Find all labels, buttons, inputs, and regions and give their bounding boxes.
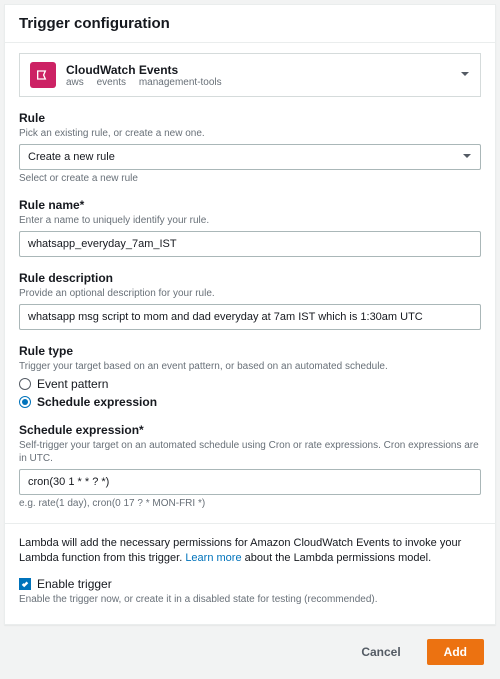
- rule-name-field: Rule name* Enter a name to uniquely iden…: [19, 198, 481, 257]
- schedule-value: cron(30 1 * * ? *): [28, 476, 109, 488]
- service-name: CloudWatch Events: [66, 63, 232, 77]
- rule-select-value: Create a new rule: [28, 151, 115, 163]
- trigger-config-panel: Trigger configuration CloudWatch Events …: [4, 4, 496, 625]
- footer: Cancel Add: [0, 629, 500, 679]
- crumb-events: events: [97, 77, 126, 88]
- page-title: Trigger configuration: [19, 15, 481, 32]
- rule-desc-label: Rule description: [19, 271, 481, 285]
- radio-icon: [19, 396, 31, 408]
- rule-desc-help: Provide an optional description for your…: [19, 287, 481, 300]
- crumb-mgmt: management-tools: [139, 77, 222, 88]
- rule-name-input[interactable]: whatsapp_everyday_7am_IST: [19, 231, 481, 257]
- rule-name-label: Rule name*: [19, 198, 481, 212]
- radio-label-schedule: Schedule expression: [37, 395, 157, 409]
- rule-field: Rule Pick an existing rule, or create a …: [19, 111, 481, 184]
- radio-icon: [19, 378, 31, 390]
- radio-event-pattern[interactable]: Event pattern: [19, 377, 481, 391]
- schedule-input[interactable]: cron(30 1 * * ? *): [19, 469, 481, 495]
- schedule-field: Schedule expression* Self-trigger your t…: [19, 423, 481, 509]
- rule-desc-input[interactable]: whatsapp msg script to mom and dad every…: [19, 304, 481, 330]
- learn-more-link[interactable]: Learn more: [185, 552, 241, 564]
- perm-text-b: about the Lambda permissions model.: [242, 552, 432, 564]
- schedule-example: e.g. rate(1 day), cron(0 17 ? * MON-FRI …: [19, 498, 481, 509]
- rule-type-field: Rule type Trigger your target based on a…: [19, 344, 481, 409]
- rule-type-help: Trigger your target based on an event pa…: [19, 360, 481, 373]
- service-selector[interactable]: CloudWatch Events aws events management-…: [19, 53, 481, 97]
- crumb-aws: aws: [66, 77, 84, 88]
- radio-label-event: Event pattern: [37, 377, 108, 391]
- rule-sub-help: Select or create a new rule: [19, 173, 481, 184]
- caret-down-icon: [462, 150, 472, 164]
- add-button[interactable]: Add: [427, 639, 484, 665]
- rule-help: Pick an existing rule, or create a new o…: [19, 127, 481, 140]
- schedule-help: Self-trigger your target on an automated…: [19, 439, 481, 465]
- caret-down-icon: [460, 68, 470, 82]
- rule-desc-field: Rule description Provide an optional des…: [19, 271, 481, 330]
- rule-name-help: Enter a name to uniquely identify your r…: [19, 214, 481, 227]
- rule-type-label: Rule type: [19, 344, 481, 358]
- rule-label: Rule: [19, 111, 481, 125]
- service-text: CloudWatch Events aws events management-…: [66, 63, 232, 88]
- panel-header: Trigger configuration: [5, 5, 495, 43]
- schedule-label: Schedule expression*: [19, 423, 481, 437]
- rule-name-value: whatsapp_everyday_7am_IST: [28, 238, 177, 250]
- permissions-text: Lambda will add the necessary permission…: [19, 536, 481, 567]
- enable-help: Enable the trigger now, or create it in …: [19, 593, 481, 606]
- enable-label: Enable trigger: [37, 577, 112, 591]
- enable-trigger-checkbox[interactable]: Enable trigger: [19, 577, 481, 591]
- rule-select[interactable]: Create a new rule: [19, 144, 481, 170]
- service-breadcrumbs: aws events management-tools: [66, 77, 232, 88]
- radio-schedule-expression[interactable]: Schedule expression: [19, 395, 481, 409]
- rule-desc-value: whatsapp msg script to mom and dad every…: [28, 311, 423, 323]
- cloudwatch-events-icon: [30, 62, 56, 88]
- checkbox-checked-icon: [19, 578, 31, 590]
- panel-body: CloudWatch Events aws events management-…: [5, 43, 495, 624]
- cancel-button[interactable]: Cancel: [345, 639, 416, 665]
- divider: [5, 523, 495, 524]
